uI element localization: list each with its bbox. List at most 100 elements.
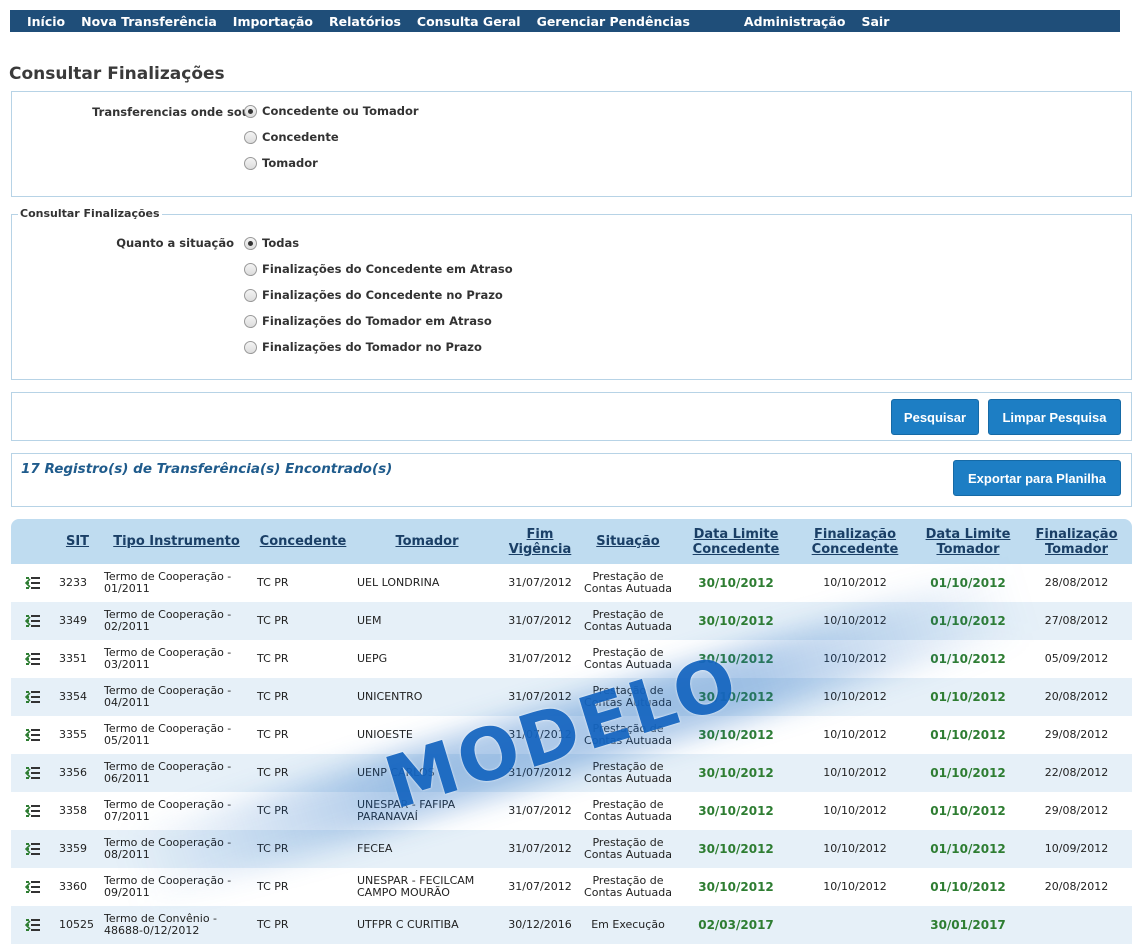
col-header-fim-vigencia[interactable]: Fim Vigência bbox=[501, 519, 579, 564]
cell-finalizacao-tomador: 28/08/2012 bbox=[1044, 576, 1109, 589]
table-row: 3233 Termo de Cooperação - 01/2011 TC PR… bbox=[11, 564, 1132, 602]
cell-finalizacao-tomador: 05/09/2012 bbox=[1044, 652, 1109, 665]
nav-item-sair[interactable]: Sair bbox=[853, 14, 897, 29]
radio-icon[interactable] bbox=[244, 156, 257, 170]
cell-data-limite-tomador: 01/10/2012 bbox=[930, 728, 1006, 742]
cell-finalizacao-concedente: 10/10/2012 bbox=[823, 690, 887, 703]
cell-concedente: TC PR bbox=[257, 804, 289, 817]
cell-data-limite-tomador: 01/10/2012 bbox=[930, 842, 1006, 856]
export-spreadsheet-button[interactable]: Exportar para Planilha bbox=[953, 460, 1121, 496]
cell-data-limite-concedente: 30/10/2012 bbox=[698, 880, 774, 894]
cell-tipo: Termo de Cooperação - 06/2011 bbox=[104, 760, 232, 785]
col-header-finalizacao-concedente[interactable]: Finalização Concedente bbox=[795, 519, 915, 564]
cell-tipo: Termo de Cooperação - 04/2011 bbox=[104, 684, 232, 709]
nav-item-consulta-geral[interactable]: Consulta Geral bbox=[409, 14, 529, 29]
cell-situacao: Em Execução bbox=[591, 918, 665, 931]
row-action-cell bbox=[11, 830, 55, 868]
nav-item-nova-transferencia[interactable]: Nova Transferência bbox=[73, 14, 225, 29]
status-option-concedente-atraso[interactable]: Finalizações do Concedente em Atraso bbox=[244, 262, 513, 276]
cell-sit: 3359 bbox=[59, 842, 87, 855]
cell-finalizacao-tomador: 22/08/2012 bbox=[1044, 766, 1109, 779]
col-header-situacao[interactable]: Situação bbox=[579, 519, 677, 564]
cell-data-limite-concedente: 02/03/2017 bbox=[698, 918, 774, 932]
cell-data-limite-concedente: 30/10/2012 bbox=[698, 690, 774, 704]
radio-icon[interactable] bbox=[244, 340, 257, 354]
cell-data-limite-tomador: 01/10/2012 bbox=[930, 690, 1006, 704]
nav-item-relatorios[interactable]: Relatórios bbox=[321, 14, 409, 29]
finalize-list-icon[interactable] bbox=[25, 803, 41, 819]
table-row: 3356 Termo de Cooperação - 06/2011 TC PR… bbox=[11, 754, 1132, 792]
status-option-todas[interactable]: Todas bbox=[244, 236, 299, 250]
cell-finalizacao-tomador: 20/08/2012 bbox=[1044, 880, 1109, 893]
search-button[interactable]: Pesquisar bbox=[891, 399, 979, 435]
table-row: 3349 Termo de Cooperação - 02/2011 TC PR… bbox=[11, 602, 1132, 640]
nav-item-importacao[interactable]: Importação bbox=[225, 14, 321, 29]
col-header-tipo[interactable]: Tipo Instrumento bbox=[100, 519, 253, 564]
finalize-list-icon[interactable] bbox=[25, 613, 41, 629]
cell-tipo: Termo de Cooperação - 09/2011 bbox=[104, 874, 232, 899]
cell-data-limite-tomador: 01/10/2012 bbox=[930, 576, 1006, 590]
status-option-concedente-prazo[interactable]: Finalizações do Concedente no Prazo bbox=[244, 288, 503, 302]
nav-item-gerenciar-pendencias[interactable]: Gerenciar Pendências bbox=[529, 14, 698, 29]
cell-finalizacao-concedente: 10/10/2012 bbox=[823, 652, 887, 665]
table-row: 3354 Termo de Cooperação - 04/2011 TC PR… bbox=[11, 678, 1132, 716]
row-action-cell bbox=[11, 754, 55, 792]
cell-data-limite-concedente: 30/10/2012 bbox=[698, 842, 774, 856]
cell-fim-vigencia: 31/07/2012 bbox=[508, 728, 572, 741]
actions-panel: Pesquisar Limpar Pesquisa bbox=[11, 392, 1132, 441]
finalize-list-icon[interactable] bbox=[25, 765, 41, 781]
cell-fim-vigencia: 31/07/2012 bbox=[508, 652, 572, 665]
radio-icon[interactable] bbox=[244, 262, 257, 276]
radio-checked-icon[interactable] bbox=[244, 236, 257, 250]
status-option-label: Finalizações do Tomador em Atraso bbox=[262, 314, 492, 328]
role-option-concedente[interactable]: Concedente bbox=[244, 130, 339, 144]
col-header-concedente[interactable]: Concedente bbox=[253, 519, 353, 564]
cell-fim-vigencia: 31/07/2012 bbox=[508, 766, 572, 779]
cell-tomador: UNIOESTE bbox=[357, 728, 413, 741]
cell-situacao: Prestação de Contas Autuada bbox=[584, 836, 672, 861]
status-option-label: Finalizações do Concedente em Atraso bbox=[262, 262, 513, 276]
finalize-list-icon[interactable] bbox=[25, 575, 41, 591]
finalize-list-icon[interactable] bbox=[25, 689, 41, 705]
col-header-finalizacao-tomador[interactable]: Finalização Tomador bbox=[1021, 519, 1132, 564]
col-header-tomador[interactable]: Tomador bbox=[353, 519, 501, 564]
clear-search-button[interactable]: Limpar Pesquisa bbox=[988, 399, 1121, 435]
cell-situacao: Prestação de Contas Autuada bbox=[584, 760, 672, 785]
cell-data-limite-tomador: 30/01/2017 bbox=[930, 918, 1006, 932]
cell-fim-vigencia: 31/07/2012 bbox=[508, 614, 572, 627]
cell-tipo: Termo de Cooperação - 02/2011 bbox=[104, 608, 232, 633]
status-option-tomador-prazo[interactable]: Finalizações do Tomador no Prazo bbox=[244, 340, 482, 354]
radio-checked-icon[interactable] bbox=[244, 104, 257, 118]
radio-icon[interactable] bbox=[244, 288, 257, 302]
finalize-list-icon[interactable] bbox=[25, 651, 41, 667]
cell-finalizacao-concedente: 10/10/2012 bbox=[823, 614, 887, 627]
col-header-data-limite-tomador[interactable]: Data Limite Tomador bbox=[915, 519, 1021, 564]
cell-data-limite-tomador: 01/10/2012 bbox=[930, 766, 1006, 780]
table-row: 3351 Termo de Cooperação - 03/2011 TC PR… bbox=[11, 640, 1132, 678]
col-header-sit[interactable]: SIT bbox=[55, 519, 100, 564]
cell-tipo: Termo de Cooperação - 07/2011 bbox=[104, 798, 232, 823]
finalize-list-icon[interactable] bbox=[25, 917, 41, 933]
radio-icon[interactable] bbox=[244, 314, 257, 328]
nav-item-inicio[interactable]: Início bbox=[10, 14, 73, 29]
table-row: 3358 Termo de Cooperação - 07/2011 TC PR… bbox=[11, 792, 1132, 830]
role-option-label: Concedente bbox=[262, 130, 339, 144]
radio-icon[interactable] bbox=[244, 130, 257, 144]
cell-tipo: Termo de Convênio - 48688-0/12/2012 bbox=[104, 912, 218, 937]
row-action-cell bbox=[11, 716, 55, 754]
cell-data-limite-tomador: 01/10/2012 bbox=[930, 652, 1006, 666]
cell-tomador: UEM bbox=[357, 614, 382, 627]
role-option-both[interactable]: Concedente ou Tomador bbox=[244, 104, 419, 118]
cell-sit: 3351 bbox=[59, 652, 87, 665]
role-option-tomador[interactable]: Tomador bbox=[244, 156, 318, 170]
row-action-cell bbox=[11, 906, 55, 944]
table-row: 3360 Termo de Cooperação - 09/2011 TC PR… bbox=[11, 868, 1132, 906]
status-option-tomador-atraso[interactable]: Finalizações do Tomador em Atraso bbox=[244, 314, 492, 328]
cell-data-limite-tomador: 01/10/2012 bbox=[930, 614, 1006, 628]
col-header-data-limite-concedente[interactable]: Data Limite Concedente bbox=[677, 519, 795, 564]
finalize-list-icon[interactable] bbox=[25, 841, 41, 857]
nav-item-administracao[interactable]: Administração bbox=[736, 14, 854, 29]
cell-finalizacao-tomador: 29/08/2012 bbox=[1044, 728, 1109, 741]
finalize-list-icon[interactable] bbox=[25, 727, 41, 743]
finalize-list-icon[interactable] bbox=[25, 879, 41, 895]
